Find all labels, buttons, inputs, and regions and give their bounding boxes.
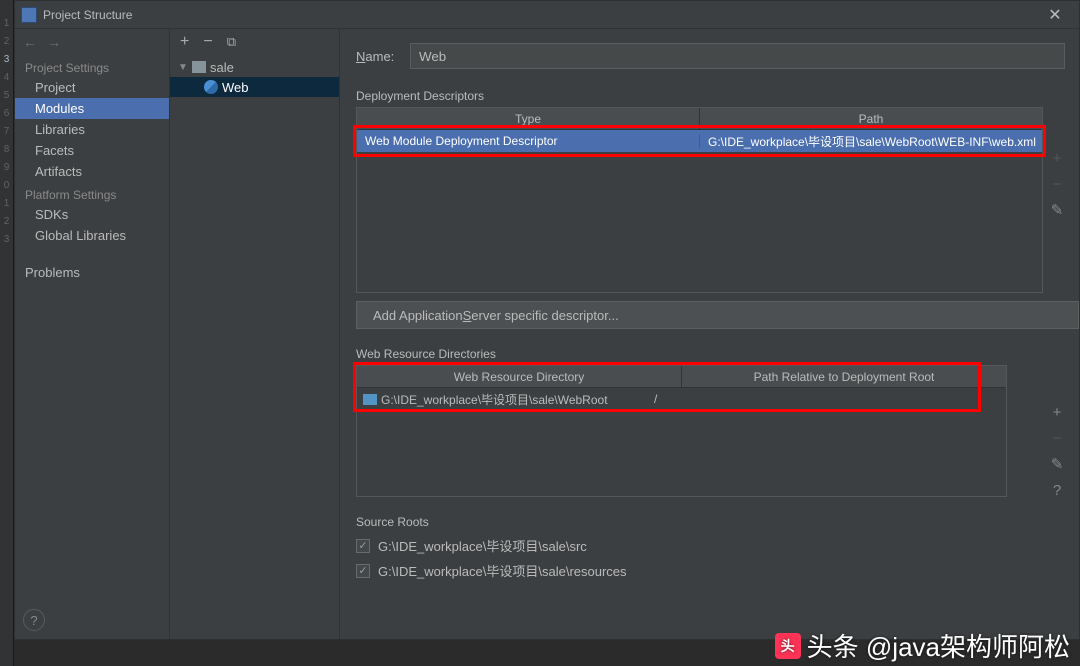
module-tree: ▼ sale Web — [170, 55, 339, 99]
tree-label: Web — [222, 80, 249, 95]
sidebar-item-sdks[interactable]: SDKs — [15, 204, 169, 225]
folder-icon — [192, 61, 206, 73]
dd-side-actions: + − ✎ — [1045, 149, 1069, 219]
wrd-add-icon[interactable]: + — [1048, 403, 1066, 421]
source-root-row[interactable]: ✓ G:\IDE_workplace\毕设项目\sale\resources — [356, 558, 1079, 583]
project-structure-dialog: Project Structure ✕ ← → Project Settings… — [14, 0, 1080, 640]
checkbox-icon[interactable]: ✓ — [356, 564, 370, 578]
expand-icon[interactable]: ▼ — [178, 62, 192, 73]
watermark: 头 头条 @java架构师阿松 — [775, 627, 1070, 664]
wrd-header-path: Path Relative to Deployment Root — [682, 366, 1006, 387]
wrd-header-dir: Web Resource Directory — [357, 366, 682, 387]
tree-node-sale[interactable]: ▼ sale — [170, 57, 339, 77]
wrd-remove-icon[interactable]: − — [1048, 429, 1066, 447]
dd-row[interactable]: Web Module Deployment Descriptor G:\IDE_… — [357, 130, 1042, 152]
titlebar: Project Structure ✕ — [15, 1, 1079, 29]
watermark-text: 头条 @java架构师阿松 — [807, 627, 1070, 664]
add-app-server-descriptor-button[interactable]: Add Application Server specific descript… — [356, 301, 1079, 329]
sidebar-item-libraries[interactable]: Libraries — [15, 119, 169, 140]
main-panel: Name: Deployment Descriptors Type Path W… — [340, 29, 1079, 639]
checkbox-icon[interactable]: ✓ — [356, 539, 370, 553]
wrd-side-actions: + − ✎ ? — [1045, 403, 1069, 499]
module-tree-pane: + − ⧉ ▼ sale Web — [170, 29, 340, 639]
line-gutter: 1234567890123 — [0, 0, 14, 666]
sidebar-item-facets[interactable]: Facets — [15, 140, 169, 161]
tree-label: sale — [210, 60, 234, 75]
name-label: Name: — [356, 49, 410, 64]
sidebar-item-problems[interactable]: Problems — [15, 262, 169, 283]
source-roots-title: Source Roots — [356, 515, 1079, 529]
help-area: ? — [15, 601, 169, 639]
source-root-path: G:\IDE_workplace\毕设项目\sale\resources — [378, 561, 627, 580]
source-root-row[interactable]: ✓ G:\IDE_workplace\毕设项目\sale\src — [356, 533, 1079, 558]
help-button[interactable]: ? — [23, 609, 45, 631]
wrd-help-icon[interactable]: ? — [1048, 481, 1066, 499]
sidebar-item-project[interactable]: Project — [15, 77, 169, 98]
dd-header-type: Type — [357, 108, 700, 129]
source-roots-section: Source Roots ✓ G:\IDE_workplace\毕设项目\sal… — [356, 511, 1079, 583]
tree-node-web[interactable]: Web — [170, 77, 339, 97]
wrd-row[interactable]: G:\IDE_workplace\毕设项目\sale\WebRoot / — [357, 388, 1006, 410]
wrd-cell-dir: G:\IDE_workplace\毕设项目\sale\WebRoot — [381, 391, 608, 408]
tree-toolbar: + − ⧉ — [170, 29, 339, 55]
web-resource-dirs-table: Web Resource Directory Path Relative to … — [356, 365, 1007, 497]
dd-cell-path: G:\IDE_workplace\毕设项目\sale\WebRoot\WEB-I… — [700, 133, 1042, 150]
dd-header-path: Path — [700, 108, 1042, 129]
sidebar-item-modules[interactable]: Modules — [15, 98, 169, 119]
back-icon[interactable]: ← — [23, 34, 37, 50]
sidebar-item-artifacts[interactable]: Artifacts — [15, 161, 169, 182]
copy-icon[interactable]: ⧉ — [227, 34, 236, 50]
deployment-descriptors-table: Type Path Web Module Deployment Descript… — [356, 107, 1043, 293]
section-platform-settings: Platform Settings — [15, 182, 169, 204]
folder-icon — [363, 394, 377, 405]
window-title: Project Structure — [43, 8, 1035, 22]
close-button[interactable]: ✕ — [1035, 1, 1075, 29]
web-icon — [204, 80, 218, 94]
source-root-path: G:\IDE_workplace\毕设项目\sale\src — [378, 536, 587, 555]
deployment-descriptors-title: Deployment Descriptors — [356, 89, 1079, 103]
dd-add-icon[interactable]: + — [1048, 149, 1066, 167]
settings-sidebar: ← → Project Settings Project Modules Lib… — [15, 29, 170, 639]
add-icon[interactable]: + — [180, 33, 189, 51]
remove-icon[interactable]: − — [203, 33, 212, 51]
watermark-logo-icon: 头 — [775, 633, 801, 659]
sidebar-item-global-libraries[interactable]: Global Libraries — [15, 225, 169, 246]
app-icon — [21, 7, 37, 23]
forward-icon[interactable]: → — [47, 34, 61, 50]
dd-remove-icon[interactable]: − — [1048, 175, 1066, 193]
name-input[interactable] — [410, 43, 1065, 69]
wrd-edit-icon[interactable]: ✎ — [1048, 455, 1066, 473]
wrd-cell-path: / — [646, 392, 1006, 406]
dd-cell-type: Web Module Deployment Descriptor — [357, 134, 700, 148]
section-project-settings: Project Settings — [15, 55, 169, 77]
dd-edit-icon[interactable]: ✎ — [1048, 201, 1066, 219]
web-resource-dirs-title: Web Resource Directories — [356, 347, 1079, 361]
sidebar-nav-toolbar: ← → — [15, 29, 169, 55]
